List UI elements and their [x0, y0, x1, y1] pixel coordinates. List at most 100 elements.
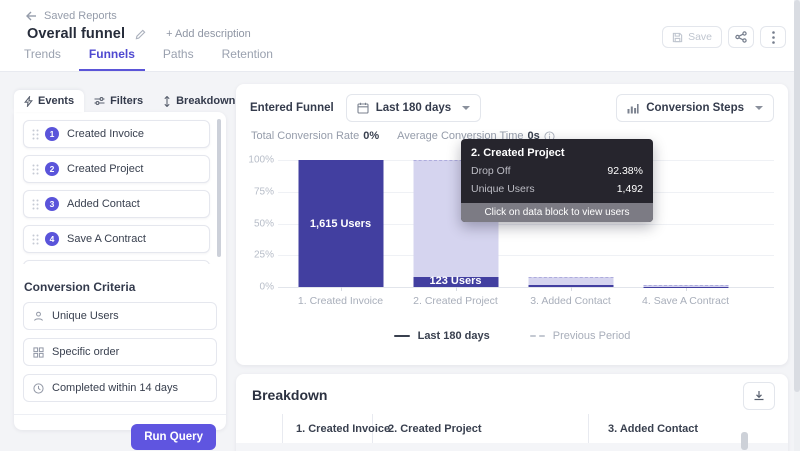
view-selector-value: Conversion Steps [646, 102, 744, 114]
share-button[interactable] [728, 26, 754, 48]
funnel-bar-converted[interactable] [643, 287, 728, 288]
tooltip-label: Drop Off [471, 165, 511, 177]
query-builder-panel: 1 Created Invoice 2 Created Project 3 Ad… [14, 112, 226, 430]
step-number-badge: 4 [45, 232, 59, 246]
funnel-bar-converted[interactable] [413, 277, 498, 287]
tab-paths[interactable]: Paths [153, 47, 204, 71]
list-item-event-4[interactable]: 4 Save A Contract [23, 225, 210, 253]
tooltip-footer-hint: Click on data block to view users [461, 203, 653, 222]
bar-chart-icon [627, 103, 639, 114]
add-description-button[interactable]: + Add description [166, 28, 251, 40]
drag-handle-icon[interactable] [32, 234, 39, 245]
list-item-event-3[interactable]: 3 Added Contact [23, 190, 210, 218]
tab-filters[interactable]: Filters [84, 90, 153, 112]
page-scrollbar-thumb[interactable] [794, 0, 800, 392]
page-title: Overall funnel [27, 26, 125, 42]
title-row: Overall funnel + Add description [27, 26, 251, 42]
event-list-scrollbar[interactable] [217, 119, 221, 257]
y-axis-labels: 100% 75% 50% 25% 0% [248, 160, 274, 287]
app-window: Saved Reports Overall funnel + Add descr… [0, 0, 800, 451]
funnel-step-1: 1,615 Users [283, 160, 398, 287]
x-tick-label: 2. Created Project [398, 295, 513, 307]
legend-previous-period[interactable]: Previous Period [530, 330, 631, 342]
y-tick: 50% [254, 218, 274, 229]
report-type-tabs: Trends Funnels Paths Retention [14, 47, 291, 71]
event-label: Save A Contract [67, 233, 146, 245]
split-arrow-icon [163, 96, 171, 107]
breakdown-table-header: 1. Created Invoice 2. Created Project 3.… [236, 414, 788, 443]
download-button[interactable] [743, 382, 775, 410]
breakdown-card: Breakdown 1. Created Invoice 2. Created … [236, 374, 788, 451]
legend-label: Last 180 days [418, 330, 490, 342]
date-range-value: Last 180 days [376, 102, 451, 114]
x-tick-label: 1. Created Invoice [283, 295, 398, 307]
grid-icon [33, 347, 44, 358]
tooltip-row-dropoff: Drop Off 92.38% [461, 162, 653, 180]
tab-events[interactable]: Events [14, 90, 84, 112]
tab-breakdown-label: Breakdown [176, 95, 235, 107]
legend-current-period[interactable]: Last 180 days [394, 330, 490, 342]
funnel-bar-converted[interactable] [298, 160, 383, 287]
criteria-unique-users[interactable]: Unique Users [23, 302, 217, 330]
column-header-created-invoice: 1. Created Invoice [296, 414, 390, 443]
criteria-specific-order[interactable]: Specific order [23, 338, 217, 366]
tab-breakdown[interactable]: Breakdown [153, 90, 245, 112]
breakdown-scrollbar[interactable] [741, 432, 748, 450]
criteria-completed-within[interactable]: Completed within 14 days [23, 374, 217, 402]
list-item-event-2[interactable]: 2 Created Project [23, 155, 210, 183]
view-selector-dropdown[interactable]: Conversion Steps [616, 94, 774, 122]
chevron-down-icon [755, 106, 763, 110]
tooltip-value: 92.38% [607, 165, 643, 177]
y-tick: 0% [260, 282, 274, 293]
conversion-criteria-title: Conversion Criteria [24, 280, 216, 294]
y-tick: 75% [254, 186, 274, 197]
person-icon [33, 311, 44, 322]
tab-trends[interactable]: Trends [14, 47, 71, 71]
tooltip-row-unique-users: Unique Users 1,492 [461, 180, 653, 198]
chart-legend: Last 180 days Previous Period [236, 330, 788, 342]
event-label: Created Project [67, 163, 143, 175]
funnel-bar-converted[interactable] [528, 285, 613, 287]
list-item-event-1[interactable]: 1 Created Invoice [23, 120, 210, 148]
step-number-badge: 1 [45, 127, 59, 141]
legend-label: Previous Period [553, 330, 631, 342]
save-label: Save [688, 31, 712, 43]
entered-funnel-label: Entered Funnel [250, 102, 334, 114]
chart-tooltip: 2. Created Project Drop Off 92.38% Uniqu… [461, 139, 653, 222]
run-query-button[interactable]: Run Query [131, 424, 216, 450]
total-rate-label: Total Conversion Rate [251, 130, 359, 142]
edit-title-icon[interactable] [135, 29, 146, 40]
page-scrollbar-track[interactable] [794, 0, 800, 451]
tab-retention[interactable]: Retention [212, 47, 283, 71]
criteria-label: Unique Users [52, 310, 119, 322]
calendar-icon [357, 102, 369, 114]
x-tick-label: 4. Save A Contract [628, 295, 743, 307]
list-item-event-partial[interactable] [23, 260, 210, 264]
tooltip-title: 2. Created Project [461, 139, 653, 162]
breakdown-title: Breakdown [252, 387, 327, 403]
more-menu-button[interactable] [760, 26, 786, 48]
event-label: Created Invoice [67, 128, 144, 140]
save-button[interactable]: Save [662, 26, 722, 48]
column-header-added-contact: 3. Added Contact [608, 414, 698, 443]
chevron-down-icon [462, 106, 470, 110]
tab-funnels[interactable]: Funnels [79, 47, 145, 71]
query-builder-tabs: Events Filters Breakdown [14, 89, 245, 112]
back-label: Saved Reports [44, 10, 117, 22]
query-panel-footer: Run Query [14, 414, 226, 451]
top-header: Saved Reports Overall funnel + Add descr… [0, 0, 800, 72]
breakdown-table-row [236, 443, 788, 451]
clock-icon [33, 383, 44, 394]
date-range-dropdown[interactable]: Last 180 days [346, 94, 481, 122]
y-tick: 25% [254, 250, 274, 261]
save-icon [672, 32, 683, 43]
drag-handle-icon[interactable] [32, 199, 39, 210]
back-to-saved-reports[interactable]: Saved Reports [26, 10, 117, 22]
tooltip-value: 1,492 [617, 183, 643, 195]
drag-handle-icon[interactable] [32, 129, 39, 140]
tab-events-label: Events [38, 95, 74, 107]
funnel-chart-card: Entered Funnel Last 180 days Conversion … [236, 84, 788, 365]
x-tick-label: 3. Added Contact [513, 295, 628, 307]
drag-handle-icon[interactable] [32, 164, 39, 175]
step-number-badge: 3 [45, 197, 59, 211]
